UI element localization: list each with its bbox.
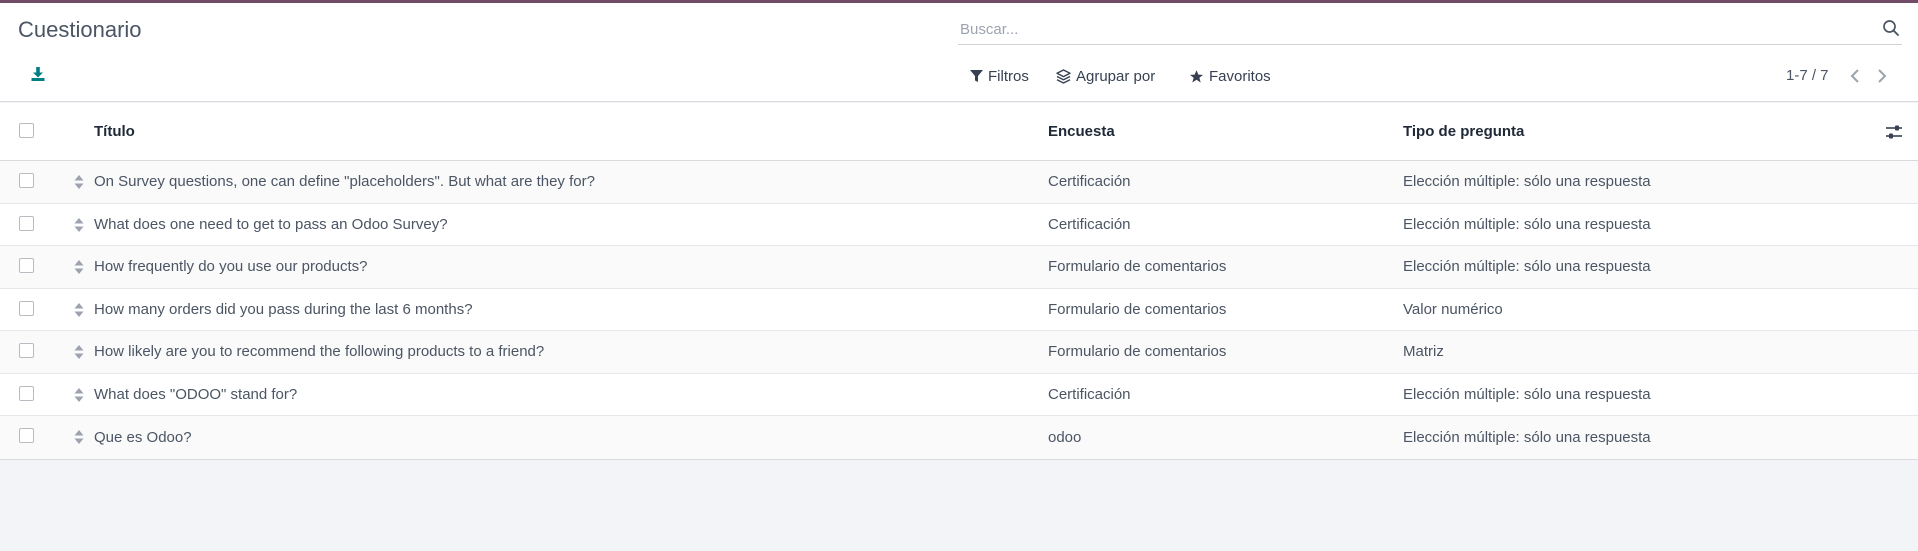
- search-input[interactable]: [960, 17, 1840, 41]
- download-icon: [31, 67, 45, 81]
- cell-title: On Survey questions, one can define "pla…: [94, 173, 595, 191]
- cell-question-type: Elección múltiple: sólo una respuesta: [1403, 173, 1651, 191]
- download-button[interactable]: [28, 63, 48, 85]
- row-checkbox[interactable]: [19, 173, 34, 188]
- filters-label: Filtros: [988, 67, 1029, 85]
- table-row[interactable]: On Survey questions, one can define "pla…: [0, 161, 1918, 204]
- column-header-survey[interactable]: Encuesta: [1048, 103, 1115, 160]
- cell-question-type: Elección múltiple: sólo una respuesta: [1403, 258, 1651, 276]
- favorites-label: Favoritos: [1209, 67, 1271, 85]
- favorites-button[interactable]: Favoritos: [1189, 65, 1271, 87]
- drag-handle-icon[interactable]: [74, 429, 84, 445]
- column-header-question-type[interactable]: Tipo de pregunta: [1403, 103, 1524, 160]
- drag-handle-icon[interactable]: [74, 344, 84, 360]
- cell-title: Que es Odoo?: [94, 428, 192, 446]
- cell-survey: Certificación: [1048, 385, 1131, 403]
- row-checkbox[interactable]: [19, 428, 34, 443]
- sliders-icon[interactable]: [1884, 123, 1904, 141]
- row-checkbox[interactable]: [19, 300, 34, 316]
- cell-survey: Certificación: [1048, 173, 1131, 191]
- column-header-title[interactable]: Título: [94, 103, 135, 160]
- table-row[interactable]: Que es Odoo? odoo Elección múltiple: sólo …: [0, 416, 1918, 459]
- filter-icon: [970, 70, 983, 82]
- drag-handle-icon[interactable]: [74, 217, 84, 233]
- page-title: Cuestionario: [18, 17, 142, 42]
- table-row[interactable]: How frequently do you use our products? F…: [0, 246, 1918, 289]
- group-by-button[interactable]: Agrupar por: [1056, 65, 1155, 87]
- questions-list: Título Encuesta Tipo de pregunta On Surv…: [0, 103, 1918, 460]
- chevron-left-icon: [1850, 69, 1859, 83]
- row-checkbox[interactable]: [19, 215, 34, 231]
- row-checkbox[interactable]: [19, 258, 34, 273]
- star-icon: [1189, 69, 1204, 82]
- cell-question-type: Elección múltiple: sólo una respuesta: [1403, 385, 1651, 403]
- pager-previous-button[interactable]: [1848, 67, 1862, 85]
- drag-handle-icon[interactable]: [74, 387, 84, 403]
- cell-survey: Formulario de comentarios: [1048, 343, 1227, 361]
- cell-question-type: Elección múltiple: sólo una respuesta: [1403, 215, 1651, 233]
- drag-handle-icon[interactable]: [74, 174, 84, 190]
- cell-survey: Formulario de comentarios: [1048, 258, 1227, 276]
- table-row[interactable]: How many orders did you pass during the …: [0, 288, 1918, 331]
- row-checkbox[interactable]: [19, 385, 34, 401]
- search-icon[interactable]: [1882, 19, 1900, 37]
- cell-survey: Formulario de comentarios: [1048, 300, 1227, 318]
- cell-title: How likely are you to recommend the foll…: [94, 343, 545, 361]
- drag-handle-icon[interactable]: [74, 259, 84, 275]
- group-by-label: Agrupar por: [1076, 67, 1156, 85]
- cell-title: What does one need to get to pass an Odo…: [94, 215, 448, 233]
- cell-question-type: Valor numérico: [1403, 300, 1503, 318]
- select-all-checkbox[interactable]: [19, 123, 34, 138]
- layers-icon: [1056, 68, 1071, 84]
- row-checkbox[interactable]: [19, 343, 34, 358]
- table-row[interactable]: What does one need to get to pass an Odo…: [0, 203, 1918, 246]
- pager-next-button[interactable]: [1875, 67, 1889, 85]
- drag-handle-icon[interactable]: [74, 302, 84, 318]
- cell-title: How frequently do you use our products?: [94, 258, 368, 276]
- cell-survey: odoo: [1048, 428, 1082, 446]
- table-row[interactable]: How likely are you to recommend the foll…: [0, 331, 1918, 374]
- cell-title: What does "ODOO" stand for?: [94, 385, 298, 403]
- pager-value[interactable]: 1-7 / 7: [1786, 67, 1829, 84]
- cell-survey: Certificación: [1048, 215, 1131, 233]
- control-panel: Cuestionario Filtros Agrupar por: [0, 3, 1918, 102]
- cell-title: How many orders did you pass during the …: [94, 300, 473, 318]
- cell-question-type: Elección múltiple: sólo una respuesta: [1403, 428, 1651, 446]
- search-bar: [958, 15, 1902, 45]
- cell-question-type: Matriz: [1403, 343, 1444, 361]
- filters-button[interactable]: Filtros: [970, 65, 1029, 87]
- table-header: Título Encuesta Tipo de pregunta: [0, 103, 1918, 161]
- table-row[interactable]: What does "ODOO" stand for? Certificación…: [0, 373, 1918, 416]
- chevron-right-icon: [1878, 69, 1887, 83]
